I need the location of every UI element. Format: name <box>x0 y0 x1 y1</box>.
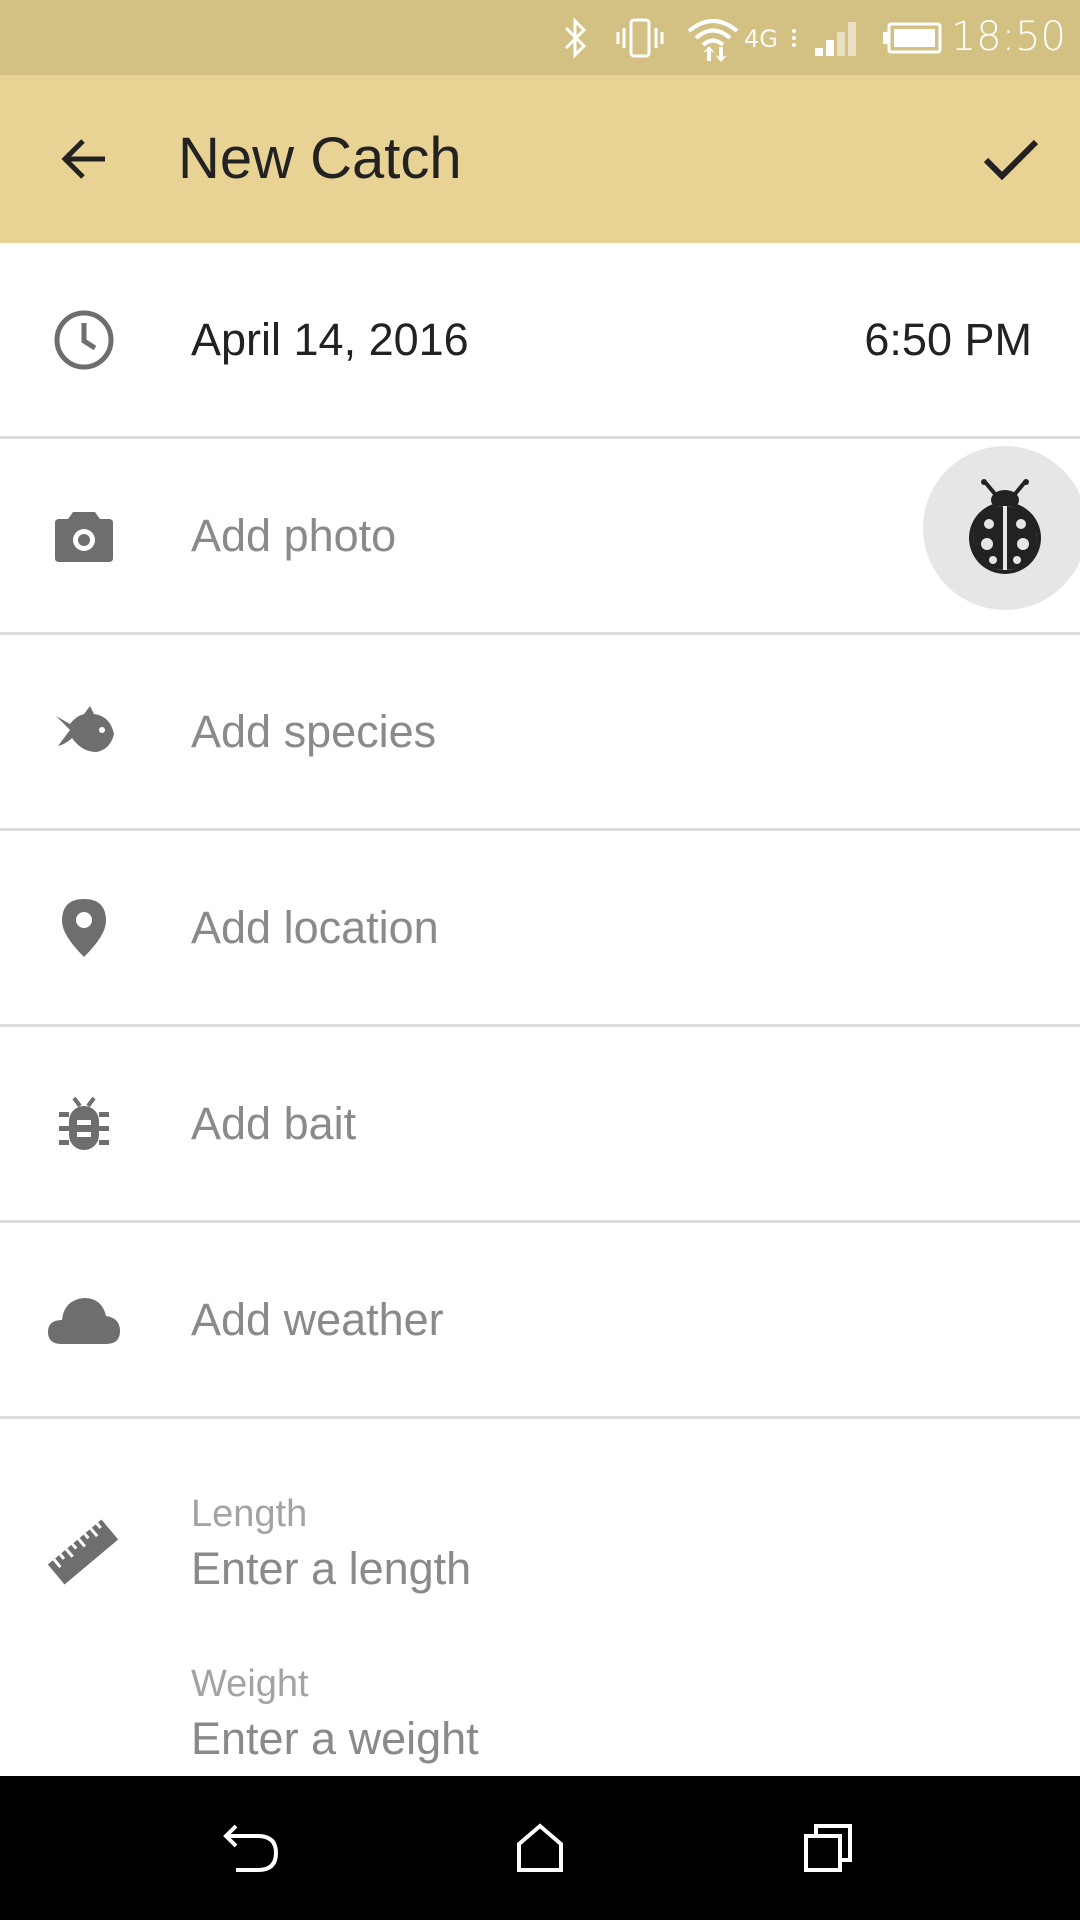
add-species-row[interactable]: Add species <box>0 635 1080 831</box>
fish-icon <box>40 635 128 828</box>
add-bait-label: Add bait <box>191 1098 357 1149</box>
home-icon <box>517 1823 563 1872</box>
camera-icon <box>40 439 128 632</box>
status-bar: 4G 18:50 <box>0 0 1080 75</box>
system-nav-bar <box>0 1776 1080 1920</box>
recents-icon <box>804 1824 852 1872</box>
bug-icon <box>40 1027 128 1220</box>
arrow-back-icon <box>61 139 105 179</box>
vibrate-icon <box>614 0 666 75</box>
ladybug-icon <box>969 479 1041 574</box>
weight-label: Weight <box>191 1663 309 1705</box>
datetime-row[interactable]: April 14, 2016 6:50 PM <box>0 243 1080 439</box>
page-title: New Catch <box>178 126 462 191</box>
save-button[interactable] <box>966 119 1056 199</box>
status-clock: 18:50 <box>950 14 1066 60</box>
signal-icon <box>812 0 864 75</box>
add-bait-row[interactable]: Add bait <box>0 1027 1080 1223</box>
add-photo-row[interactable]: Add photo <box>0 439 1080 635</box>
weight-input[interactable] <box>191 1711 891 1767</box>
nav-home-button[interactable] <box>465 1776 615 1920</box>
cloud-icon <box>40 1223 128 1416</box>
ladybug-fab[interactable] <box>923 446 1080 610</box>
add-species-label: Add species <box>191 706 437 757</box>
location-pin-icon <box>40 831 128 1024</box>
add-weather-row[interactable]: Add weather <box>0 1223 1080 1419</box>
check-icon <box>983 139 1039 181</box>
nav-back-button[interactable] <box>177 1776 327 1920</box>
length-input[interactable] <box>191 1541 891 1597</box>
length-label: Length <box>191 1493 308 1535</box>
wifi-icon <box>684 0 742 75</box>
add-weather-label: Add weather <box>191 1294 444 1345</box>
back-nav-icon <box>223 1824 279 1872</box>
4g-icon: 4G <box>744 0 802 75</box>
ruler-icon <box>46 1515 120 1589</box>
add-location-row[interactable]: Add location <box>0 831 1080 1027</box>
clock-icon <box>40 243 128 436</box>
nav-recents-button[interactable] <box>753 1776 903 1920</box>
time-value[interactable]: 6:50 PM <box>864 243 1032 436</box>
app-bar: New Catch <box>0 75 1080 243</box>
svg-text:4G: 4G <box>744 25 778 53</box>
bluetooth-icon <box>556 0 596 75</box>
measurements-section: Length Weight <box>0 1415 1080 1775</box>
add-photo-label: Add photo <box>191 510 397 561</box>
add-location-label: Add location <box>191 902 439 953</box>
back-button[interactable] <box>38 119 128 199</box>
battery-icon <box>880 0 944 75</box>
date-value[interactable]: April 14, 2016 <box>191 243 469 436</box>
